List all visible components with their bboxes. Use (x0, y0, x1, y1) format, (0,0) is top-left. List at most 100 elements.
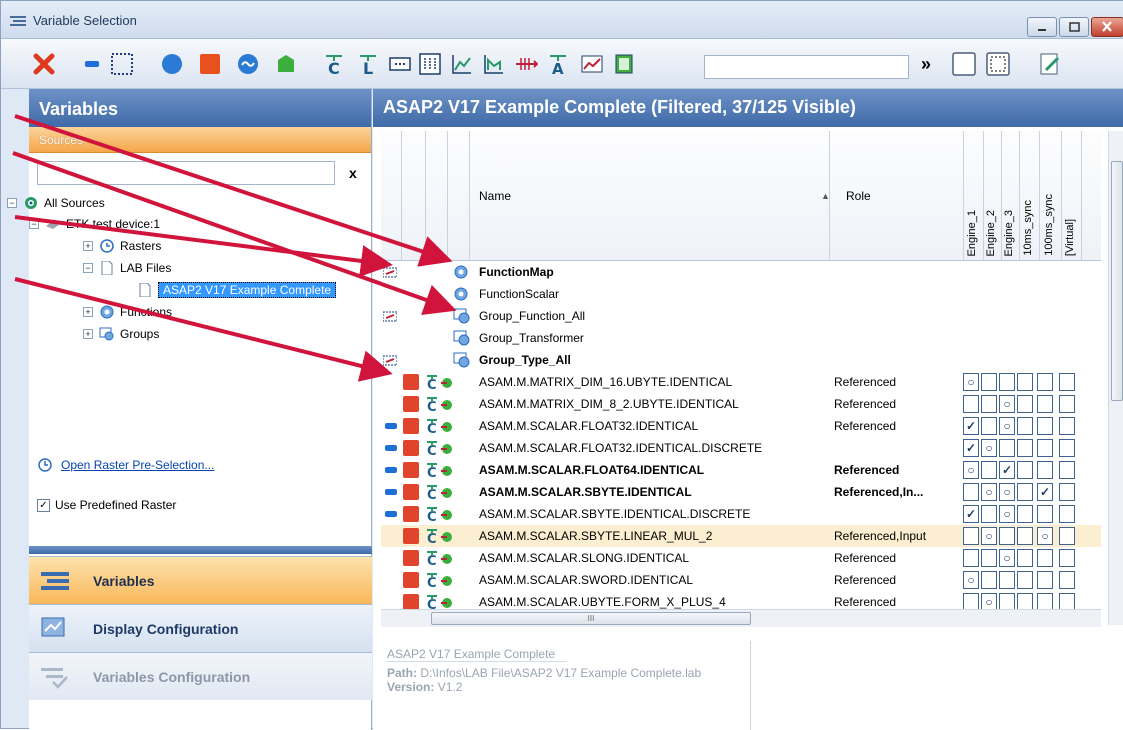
edit-button[interactable] (1037, 51, 1063, 77)
raster-cell[interactable] (981, 373, 997, 391)
raster-cell[interactable] (1017, 373, 1033, 391)
raster-cell[interactable] (999, 373, 1015, 391)
matrix-button[interactable] (417, 51, 443, 77)
array-button[interactable] (387, 51, 413, 77)
tree-item-all-sources[interactable]: − All Sources (7, 193, 105, 213)
raster-cell[interactable] (1059, 395, 1075, 413)
column-role[interactable]: Role (846, 189, 871, 203)
raster-cell[interactable] (981, 505, 997, 523)
curve-char-button[interactable] (449, 51, 475, 77)
table-row[interactable]: C ASAM.M.SCALAR.SBYTE.IDENTICAL.DISCRETE ✓… (381, 503, 1101, 525)
filter-green-button[interactable] (273, 51, 299, 77)
table-row[interactable]: FunctionScalar (381, 283, 1101, 305)
toolbar-search-input[interactable] (704, 55, 909, 79)
raster-cell[interactable]: ○ (999, 483, 1015, 501)
tree-expander[interactable]: + (83, 241, 93, 251)
tree-item-functions[interactable]: + Functions (83, 302, 172, 322)
toolbar-overflow-button[interactable]: » (913, 51, 939, 77)
select-all-button[interactable] (951, 51, 977, 77)
select-measure-button[interactable] (79, 51, 105, 77)
raster-cell[interactable] (1037, 571, 1053, 589)
block-button[interactable] (611, 51, 637, 77)
column-engine-2[interactable]: Engine_2 (985, 210, 997, 257)
raster-cell[interactable]: ○ (981, 483, 997, 501)
select-none-button[interactable] (109, 51, 135, 77)
panel-splitter[interactable] (29, 546, 372, 554)
raster-cell[interactable] (981, 395, 997, 413)
tree-expander[interactable]: + (83, 307, 93, 317)
raster-cell[interactable]: ✓ (963, 417, 979, 435)
raster-cell[interactable] (1017, 571, 1033, 589)
column-10ms-sync[interactable]: 10ms_sync (1022, 200, 1034, 256)
table-row[interactable]: Group_Transformer (381, 327, 1101, 349)
raster-cell[interactable] (1059, 439, 1075, 457)
map-char-button[interactable] (481, 51, 507, 77)
raster-cell[interactable] (999, 527, 1015, 545)
nav-variables[interactable]: Variables (29, 556, 372, 604)
column-engine-3[interactable]: Engine_3 (1003, 210, 1015, 257)
raster-cell[interactable] (1017, 483, 1033, 501)
table-row[interactable]: C ASAM.M.SCALAR.SLONG.IDENTICAL Referenced… (381, 547, 1101, 569)
tree-expander[interactable]: + (83, 329, 93, 339)
open-raster-preselection[interactable]: Open Raster Pre-Selection... (37, 457, 214, 473)
raster-cell[interactable] (981, 571, 997, 589)
raster-cell[interactable] (1017, 439, 1033, 457)
raster-cell[interactable] (1017, 395, 1033, 413)
close-button[interactable] (1091, 17, 1123, 37)
table-row[interactable]: C ASAM.M.SCALAR.FLOAT32.IDENTICAL Referenc… (381, 415, 1101, 437)
raster-cell[interactable] (1059, 549, 1075, 567)
open-raster-link[interactable]: Open Raster Pre-Selection... (61, 458, 214, 472)
table-row[interactable]: Group_Function_All (381, 305, 1101, 327)
raster-cell[interactable] (963, 527, 979, 545)
filter-red-button[interactable] (197, 51, 223, 77)
tree-expander[interactable]: − (83, 263, 93, 273)
table-row[interactable]: C ASAM.M.SCALAR.FLOAT64.IDENTICAL Referenc… (381, 459, 1101, 481)
column-virtual[interactable]: [Virtual] (1064, 219, 1076, 256)
raster-cell[interactable] (963, 483, 979, 501)
raster-cell[interactable] (981, 461, 997, 479)
column-100ms-sync[interactable]: 100ms_sync (1043, 194, 1055, 256)
ascii-button[interactable]: A (545, 51, 571, 77)
table-row[interactable]: Group_Type_All (381, 349, 1101, 371)
raster-cell[interactable] (963, 395, 979, 413)
table-row[interactable]: C ASAM.M.MATRIX_DIM_8_2.UBYTE.IDENTICAL Re… (381, 393, 1101, 415)
table-row[interactable]: C ASAM.M.SCALAR.SWORD.IDENTICAL Referenced… (381, 569, 1101, 591)
raster-cell[interactable] (999, 439, 1015, 457)
raster-cell[interactable] (1017, 505, 1033, 523)
invert-selection-button[interactable] (985, 51, 1011, 77)
raster-cell[interactable] (1059, 417, 1075, 435)
raster-cell[interactable]: ○ (981, 439, 997, 457)
raster-cell[interactable] (1037, 505, 1053, 523)
nav-variables-configuration[interactable]: Variables Configuration (29, 652, 372, 700)
raster-cell[interactable] (1059, 571, 1075, 589)
raster-cell[interactable]: ✓ (963, 505, 979, 523)
filter-blue-button[interactable] (159, 51, 185, 77)
tree-item-rasters[interactable]: + Rasters (83, 236, 161, 256)
raster-cell[interactable] (1017, 527, 1033, 545)
table-row[interactable]: C ASAM.M.SCALAR.SBYTE.LINEAR_MUL_2 Referen… (381, 525, 1101, 547)
raster-cell[interactable] (963, 549, 979, 567)
raster-cell[interactable] (1059, 505, 1075, 523)
filter-curve-button[interactable] (235, 51, 261, 77)
use-predefined-raster[interactable]: ✓ Use Predefined Raster (37, 498, 176, 512)
raster-cell[interactable]: ○ (963, 373, 979, 391)
raster-cell[interactable] (999, 571, 1015, 589)
maximize-button[interactable] (1059, 17, 1089, 37)
axis-button[interactable] (513, 51, 539, 77)
sources-search-input[interactable] (37, 161, 335, 185)
raster-cell[interactable] (1037, 549, 1053, 567)
table-row[interactable]: C ASAM.M.MATRIX_DIM_16.UBYTE.IDENTICAL Ref… (381, 371, 1101, 393)
raster-cell[interactable]: ✓ (999, 461, 1015, 479)
table-row[interactable]: C ASAM.M.SCALAR.SBYTE.IDENTICAL Referenced… (381, 481, 1101, 503)
tree-expander[interactable]: − (29, 219, 39, 229)
raster-cell[interactable]: ✓ (963, 439, 979, 457)
raster-cell[interactable]: ○ (981, 527, 997, 545)
chart-button[interactable] (579, 51, 605, 77)
raster-cell[interactable]: ○ (999, 505, 1015, 523)
raster-cell[interactable] (1059, 527, 1075, 545)
tree-item-groups[interactable]: + Groups (83, 324, 159, 344)
raster-cell[interactable] (1037, 461, 1053, 479)
raster-cell[interactable] (1017, 417, 1033, 435)
clear-search-button[interactable]: x (349, 165, 357, 181)
raster-cell[interactable] (1059, 373, 1075, 391)
